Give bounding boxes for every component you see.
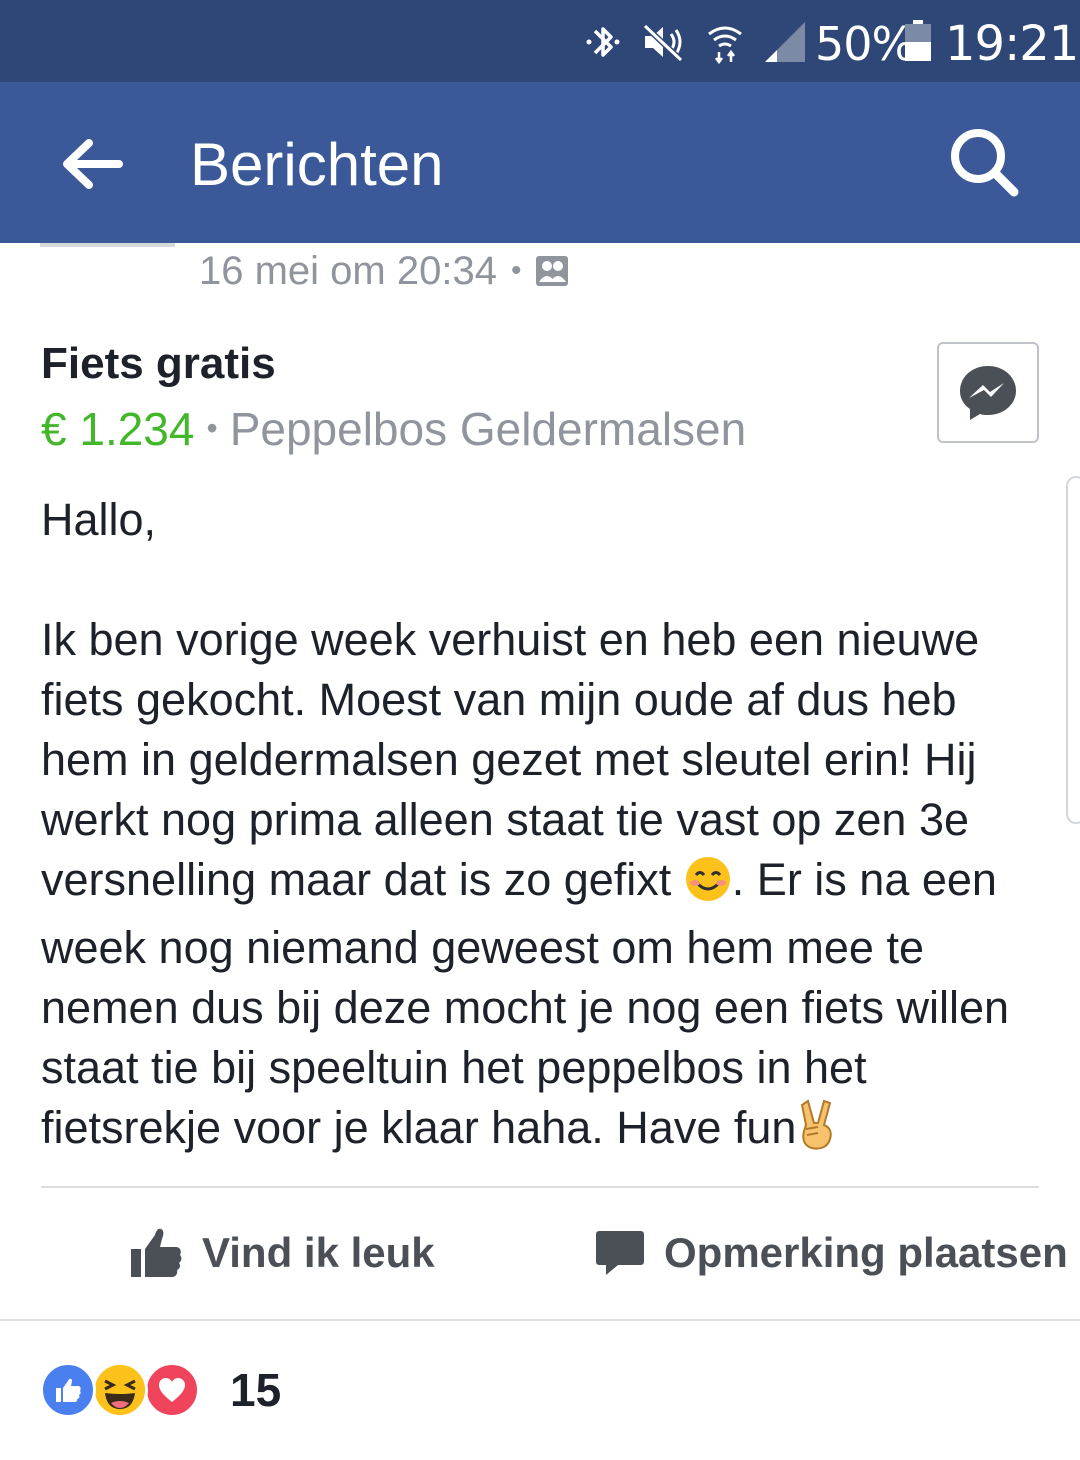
group-icon <box>536 256 569 286</box>
search-button[interactable] <box>940 118 1030 208</box>
battery-percentage: 50% <box>815 17 915 71</box>
like-label: Vind ik leuk <box>202 1229 435 1276</box>
listing-location: Peppelbos Geldermalsen <box>229 403 747 455</box>
signal-icon <box>765 22 805 62</box>
like-reaction-icon <box>40 1362 96 1418</box>
post-body: Hallo, Ik ben vorige week verhuist en he… <box>41 490 1051 1166</box>
status-icons <box>583 18 807 66</box>
avatar[interactable] <box>40 243 175 247</box>
listing-price: € 1.234 <box>41 403 195 455</box>
clock: 19:21 <box>945 16 1079 72</box>
scrollbar[interactable] <box>1066 476 1080 824</box>
messenger-icon <box>960 365 1016 420</box>
app-bar: Berichten <box>0 82 1080 243</box>
divider <box>0 1319 1080 1321</box>
love-reaction-icon <box>144 1362 200 1418</box>
arrow-left-icon <box>63 139 123 189</box>
battery-icon <box>905 20 931 61</box>
thumbs-up-icon <box>131 1228 182 1277</box>
like-button[interactable]: Vind ik leuk <box>128 1220 435 1286</box>
page-title: Berichten <box>190 131 444 198</box>
comment-icon <box>596 1231 644 1275</box>
comment-label: Opmerking plaatsen <box>664 1229 1068 1276</box>
post-greeting: Hallo, <box>41 494 157 545</box>
divider <box>41 1186 1039 1188</box>
search-icon <box>951 129 1019 197</box>
comment-button[interactable]: Opmerking plaatsen <box>594 1220 1068 1286</box>
post-text: Ik ben vorige week verhuist en heb een n… <box>41 610 1051 1166</box>
wifi-icon <box>708 26 742 64</box>
haha-reaction-icon <box>92 1362 148 1418</box>
victory-hand-emoji-icon <box>796 1099 840 1166</box>
post-timestamp[interactable]: 16 mei om 20:34 <box>199 248 497 294</box>
reactions-summary[interactable]: 15 <box>40 1362 281 1418</box>
meta-separator: • <box>510 254 522 287</box>
reactions-count: 15 <box>230 1364 282 1416</box>
mute-icon <box>642 23 684 63</box>
status-bar: 50% 19:21 <box>0 0 1080 82</box>
post-meta: 16 mei om 20:34 • <box>199 248 569 294</box>
message-seller-button[interactable] <box>937 342 1039 443</box>
listing-separator: • <box>206 410 218 446</box>
back-button[interactable] <box>52 124 132 204</box>
listing-title[interactable]: Fiets gratis <box>41 338 276 390</box>
listing-subtitle: € 1.234 • Peppelbos Geldermalsen <box>41 402 746 455</box>
bluetooth-icon <box>586 27 620 57</box>
smiling-face-emoji-icon <box>684 855 732 918</box>
